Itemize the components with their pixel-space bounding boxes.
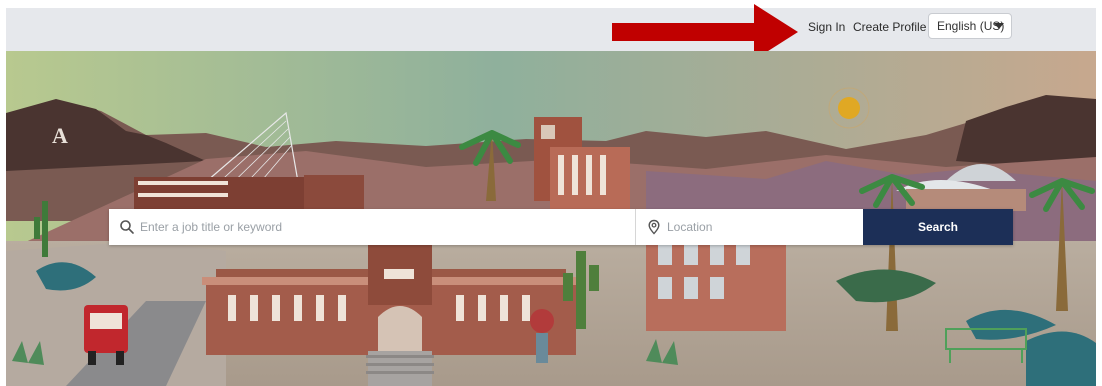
map-pin-icon bbox=[648, 219, 660, 235]
mountain-letter-a: A bbox=[52, 123, 68, 148]
location-field bbox=[636, 209, 863, 245]
keyword-field bbox=[109, 209, 636, 245]
language-select[interactable]: English (US) bbox=[928, 13, 1012, 39]
job-search-bar: Search bbox=[109, 209, 1013, 245]
create-profile-link[interactable]: Create Profile bbox=[853, 19, 926, 35]
search-button[interactable]: Search bbox=[863, 209, 1013, 245]
sign-in-link[interactable]: Sign In bbox=[808, 19, 845, 35]
keyword-search-input[interactable] bbox=[140, 209, 630, 245]
location-input[interactable] bbox=[667, 209, 857, 245]
search-icon bbox=[120, 220, 134, 234]
chevron-down-icon bbox=[994, 23, 1004, 29]
